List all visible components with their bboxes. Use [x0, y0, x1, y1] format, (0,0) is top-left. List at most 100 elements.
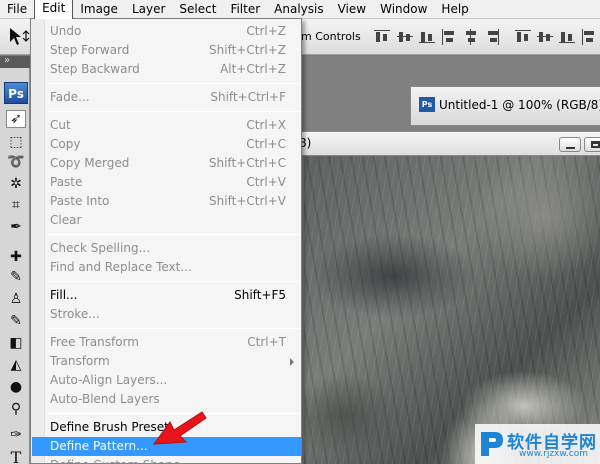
- menu-item-shortcut: Alt+Ctrl+Z: [220, 62, 286, 76]
- menu-item-paste[interactable]: Paste Ctrl+V: [32, 173, 301, 192]
- show-transform-controls-label[interactable]: m Controls: [301, 30, 361, 43]
- menu-filter[interactable]: Filter: [223, 0, 267, 19]
- menu-help[interactable]: Help: [434, 0, 475, 19]
- document-window-titlebar[interactable]: 8): [296, 131, 600, 156]
- menu-item-label: Copy Merged: [50, 156, 130, 170]
- menu-item-undo[interactable]: Undo Ctrl+Z: [32, 22, 301, 41]
- blur-tool-icon[interactable]: ●: [6, 378, 26, 396]
- menu-item-shortcut: Shift+Ctrl+F: [210, 90, 286, 104]
- menu-item-check-spelling[interactable]: Check Spelling...: [32, 239, 301, 258]
- menu-item-fade[interactable]: Fade... Shift+Ctrl+F: [32, 88, 301, 107]
- menu-item-stroke[interactable]: Stroke...: [32, 305, 301, 324]
- menu-item-paste-into[interactable]: Paste Into Shift+Ctrl+V: [32, 192, 301, 211]
- lasso-tool-icon[interactable]: ➰: [6, 153, 26, 171]
- document-canvas[interactable]: [304, 156, 600, 464]
- menu-item-copy-merged[interactable]: Copy Merged Shift+Ctrl+C: [32, 154, 301, 173]
- minimize-button[interactable]: [559, 137, 581, 152]
- dodge-tool-icon[interactable]: ⚲: [6, 400, 26, 418]
- menu-item-fill[interactable]: Fill... Shift+F5: [32, 286, 301, 305]
- document-ps-icon: Ps: [419, 97, 435, 112]
- align-bottom-edges-icon[interactable]: [418, 28, 436, 46]
- watermark: 软件自学网 www.rjzxw.com: [475, 424, 600, 464]
- menu-item-auto-align-layers[interactable]: Auto-Align Layers...: [32, 371, 301, 390]
- menu-item-define-custom-shape[interactable]: Define Custom Shape...: [32, 456, 301, 464]
- document-tab-untitled[interactable]: Ps Untitled-1 @ 100% (RGB/8): [410, 86, 600, 126]
- magic-wand-tool-icon[interactable]: ✲: [6, 175, 26, 193]
- menu-file[interactable]: File: [0, 0, 34, 19]
- menu-item-label: Copy: [50, 137, 81, 151]
- menu-item-clear[interactable]: Clear: [32, 211, 301, 230]
- menu-item-shortcut: Ctrl+X: [246, 118, 286, 132]
- menu-item-label: Free Transform: [50, 335, 139, 349]
- watermark-logo: [481, 432, 503, 456]
- menu-item-shortcut: Shift+Ctrl+Z: [209, 43, 286, 57]
- red-arrow-annotation: [152, 411, 207, 445]
- menu-item-label: Check Spelling...: [50, 241, 151, 255]
- menu-edit[interactable]: Edit: [34, 0, 74, 19]
- menu-item-cut[interactable]: Cut Ctrl+X: [32, 116, 301, 135]
- menu-separator: [47, 328, 300, 329]
- menu-window[interactable]: Window: [373, 0, 434, 19]
- collapse-chevron: »: [4, 55, 10, 66]
- menu-item-label: Auto-Align Layers...: [50, 373, 168, 387]
- align-vertical-centers-icon[interactable]: [396, 28, 414, 46]
- paint-bucket-tool-icon[interactable]: ◭: [6, 356, 26, 374]
- menu-item-find-and-replace-text[interactable]: Find and Replace Text...: [32, 258, 301, 277]
- align-horizontal-centers-icon[interactable]: [462, 28, 480, 46]
- menu-item-shortcut: Ctrl+V: [246, 175, 286, 189]
- document-title: Untitled-1 @ 100% (RGB/8): [439, 98, 600, 112]
- clone-stamp-tool-icon[interactable]: ♙: [6, 290, 26, 308]
- distribute-top-icon[interactable]: [514, 28, 532, 46]
- menu-item-copy[interactable]: Copy Ctrl+C: [32, 135, 301, 154]
- pen-tool-icon[interactable]: ✑: [6, 426, 26, 444]
- photoshop-logo: Ps: [4, 82, 28, 104]
- brush-tool-icon[interactable]: ✎: [6, 268, 26, 286]
- distribute-vcenter-icon[interactable]: [536, 28, 554, 46]
- menu-item-label: Undo: [50, 24, 82, 38]
- menu-item-label: Step Forward: [50, 43, 130, 57]
- distribute-left-icon[interactable]: [580, 28, 598, 46]
- toolbox: Ps ➶ ⬚ ➰ ✲ ⌗ ✒ ✚ ✎ ♙ ✎ ◧ ◭ ● ⚲ ✑ T: [0, 68, 30, 464]
- toolbox-dock-grip[interactable]: »: [0, 55, 30, 68]
- menu-item-label: Paste Into: [50, 194, 110, 208]
- menu-item-label: Stroke...: [50, 307, 100, 321]
- menu-item-shortcut: Ctrl+T: [247, 335, 286, 349]
- menu-item-label: Define Custom Shape...: [50, 456, 192, 464]
- menu-analysis[interactable]: Analysis: [267, 0, 330, 19]
- menu-select[interactable]: Select: [172, 0, 223, 19]
- edit-menu: Undo Ctrl+Z Step Forward Shift+Ctrl+Z Step B…: [30, 18, 302, 464]
- align-right-edges-icon[interactable]: [484, 28, 502, 46]
- healing-brush-tool-icon[interactable]: ✚: [6, 248, 26, 266]
- menu-item-label: Fill...: [50, 288, 78, 302]
- menu-item-shortcut: Ctrl+C: [246, 137, 286, 151]
- menu-item-step-backward[interactable]: Step Backward Alt+Ctrl+Z: [32, 60, 301, 79]
- maximize-button[interactable]: [584, 137, 600, 152]
- move-tool-icon[interactable]: ➶: [6, 110, 26, 128]
- menu-view[interactable]: View: [331, 0, 373, 19]
- type-tool-icon[interactable]: T: [6, 448, 26, 464]
- menu-item-transform[interactable]: Transform: [32, 352, 301, 371]
- eraser-tool-icon[interactable]: ◧: [6, 334, 26, 352]
- menu-item-step-forward[interactable]: Step Forward Shift+Ctrl+Z: [32, 41, 301, 60]
- distribute-bottom-icon[interactable]: [558, 28, 576, 46]
- marquee-tool-icon[interactable]: ⬚: [6, 133, 26, 151]
- move-tool-preset-icon[interactable]: [6, 25, 32, 49]
- watermark-url: www.rjzxw.com: [519, 449, 588, 459]
- crop-tool-icon[interactable]: ⌗: [6, 196, 26, 214]
- align-top-edges-icon[interactable]: [373, 28, 391, 46]
- menu-item-label: Transform: [50, 354, 110, 368]
- menu-item-label: Paste: [50, 175, 83, 189]
- align-left-edges-icon[interactable]: [440, 28, 458, 46]
- history-brush-tool-icon[interactable]: ✎: [6, 312, 26, 330]
- menu-item-free-transform[interactable]: Free Transform Ctrl+T: [32, 333, 301, 352]
- submenu-arrow-icon: [290, 358, 294, 366]
- menu-separator: [47, 234, 300, 235]
- menu-image[interactable]: Image: [73, 0, 125, 19]
- menu-layer[interactable]: Layer: [125, 0, 172, 19]
- menu-item-label: Step Backward: [50, 62, 140, 76]
- menu-item-label: Clear: [50, 213, 82, 227]
- menu-item-shortcut: Shift+Ctrl+V: [209, 194, 286, 208]
- menu-item-shortcut: Shift+Ctrl+C: [208, 156, 286, 170]
- eyedropper-tool-icon[interactable]: ✒: [6, 218, 26, 236]
- menu-item-shortcut: Shift+F5: [234, 288, 286, 302]
